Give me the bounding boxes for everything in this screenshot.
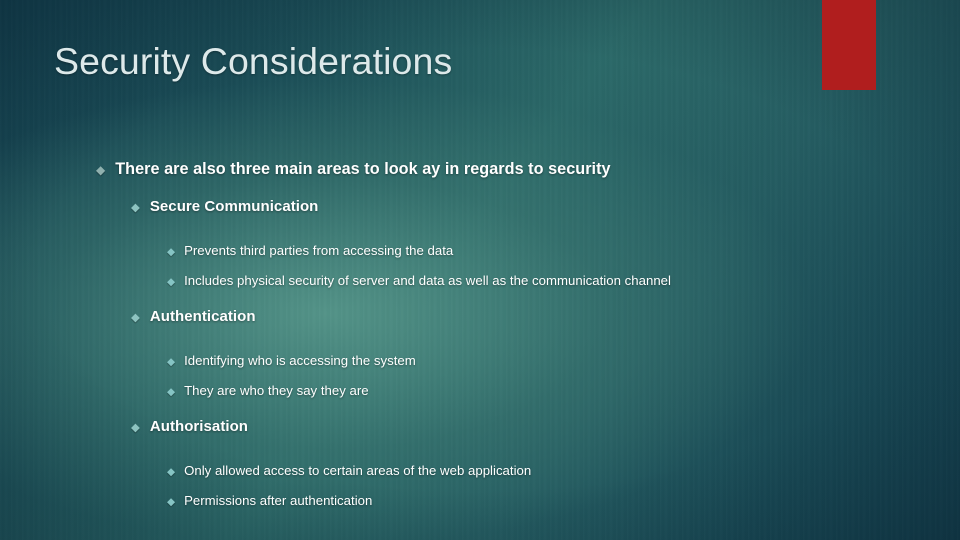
bullet-level2-authentication: ◆ Authentication bbox=[0, 308, 960, 353]
diamond-bullet-icon: ◆ bbox=[167, 496, 176, 508]
diamond-bullet-icon: ◆ bbox=[167, 276, 176, 288]
bullet-level3-text: Permissions after authentication bbox=[184, 493, 373, 508]
diamond-bullet-icon: ◆ bbox=[167, 466, 176, 478]
diamond-bullet-icon: ◆ bbox=[131, 202, 140, 214]
presentation-slide: Security Considerations ◆ There are also… bbox=[0, 0, 960, 540]
bullet-level3-item: ◆ Includes physical security of server a… bbox=[0, 273, 960, 303]
bullet-level3-text: Includes physical security of server and… bbox=[184, 273, 671, 288]
bullet-level3-item: ◆ Identifying who is accessing the syste… bbox=[0, 353, 960, 383]
diamond-bullet-icon: ◆ bbox=[167, 246, 176, 258]
bullet-level2-text: Secure Communication bbox=[149, 198, 319, 215]
bullet-level2-authorisation: ◆ Authorisation bbox=[0, 418, 960, 463]
bullet-level3-text: Identifying who is accessing the system bbox=[184, 353, 416, 368]
bullet-level1-intro: ◆ There are also three main areas to loo… bbox=[0, 160, 960, 198]
bullet-level3-item: ◆ Prevents third parties from accessing … bbox=[0, 243, 960, 273]
bullet-level2-text: Authentication bbox=[149, 308, 256, 325]
bullet-level1-text: There are also three main areas to look … bbox=[115, 160, 611, 178]
bullet-level3-text: Only allowed access to certain areas of … bbox=[184, 463, 532, 478]
diamond-bullet-icon: ◆ bbox=[167, 386, 176, 398]
diamond-bullet-icon: ◆ bbox=[131, 422, 140, 434]
bullet-level3-item: ◆ They are who they say they are bbox=[0, 383, 960, 413]
red-accent-bar bbox=[822, 0, 876, 90]
bullet-level3-item: ◆ Permissions after authentication bbox=[0, 493, 960, 523]
diamond-bullet-icon: ◆ bbox=[167, 356, 176, 368]
diamond-bullet-icon: ◆ bbox=[96, 163, 106, 177]
slide-body-content: ◆ There are also three main areas to loo… bbox=[0, 160, 960, 523]
bullet-level2-text: Authorisation bbox=[149, 418, 249, 435]
bullet-level2-secure-communication: ◆ Secure Communication bbox=[0, 198, 960, 243]
bullet-level3-item: ◆ Only allowed access to certain areas o… bbox=[0, 463, 960, 493]
diamond-bullet-icon: ◆ bbox=[131, 312, 140, 324]
slide-title: Security Considerations bbox=[54, 40, 453, 82]
bullet-level3-text: They are who they say they are bbox=[184, 383, 369, 398]
bullet-level3-text: Prevents third parties from accessing th… bbox=[184, 243, 454, 258]
